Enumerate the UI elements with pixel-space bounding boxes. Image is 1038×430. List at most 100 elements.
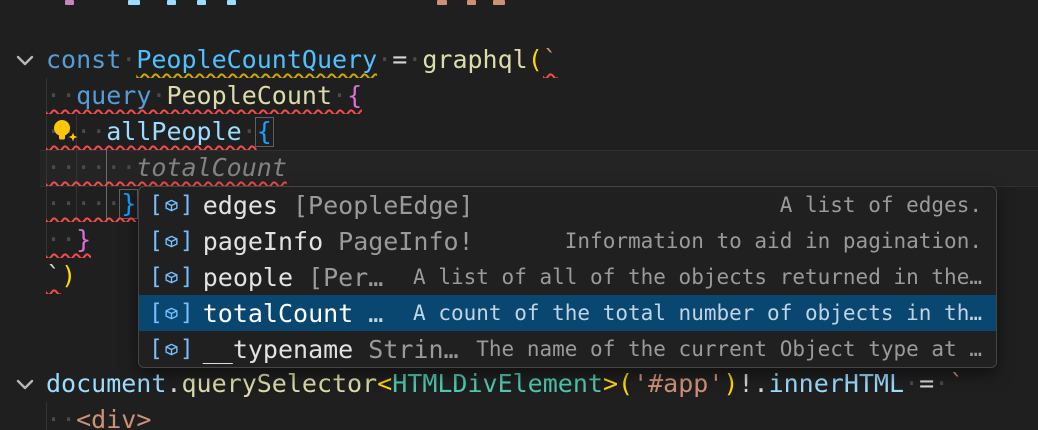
code-token: = bbox=[392, 45, 407, 74]
suggest-item-doc: A count of the total number of objects i… bbox=[413, 301, 982, 325]
line-ghost-totalcount[interactable]: ······totalCount bbox=[46, 150, 287, 186]
suggest-widget: [] edges [PeopleEdge] A list of edges. []pag… bbox=[138, 186, 997, 368]
whitespace-dot: · bbox=[106, 153, 121, 182]
fold-chevron-icon[interactable] bbox=[14, 374, 36, 396]
clipped-line-fragment bbox=[167, 0, 176, 5]
clipped-line-fragment bbox=[467, 0, 476, 5]
whitespace-dot: · bbox=[46, 153, 61, 182]
whitespace-dot: · bbox=[61, 405, 76, 430]
code-token: . bbox=[754, 369, 769, 398]
whitespace-dot: · bbox=[934, 369, 949, 398]
suggest-item-detail: [Per… bbox=[308, 263, 383, 292]
clipped-line-fragment bbox=[227, 0, 236, 5]
symbol-field-icon: [] bbox=[149, 259, 194, 295]
whitespace-dot: · bbox=[407, 45, 422, 74]
whitespace-dot: · bbox=[91, 153, 106, 182]
whitespace-dot: · bbox=[121, 153, 136, 182]
suggest-item-edges[interactable]: []edges[PeopleEdge]A list of edges. bbox=[139, 187, 996, 223]
code-token: <div> bbox=[76, 405, 151, 430]
whitespace-dot: · bbox=[46, 225, 61, 254]
code-token: ) bbox=[723, 369, 738, 398]
suggest-item-label: totalCount bbox=[203, 299, 354, 328]
whitespace-dot: · bbox=[46, 405, 61, 430]
whitespace-dot: · bbox=[61, 225, 76, 254]
line-template-end[interactable]: `) bbox=[46, 258, 76, 294]
clipped-line-fragment bbox=[197, 0, 206, 5]
code-token: innerHTML bbox=[769, 369, 904, 398]
whitespace-dot: · bbox=[76, 189, 91, 218]
suggest-item-doc: Information to aid in pagination. bbox=[565, 229, 982, 253]
suggest-item-detail: [PeopleEdge] bbox=[293, 191, 474, 220]
code-token: . bbox=[166, 369, 181, 398]
code-token: ` bbox=[543, 45, 558, 74]
suggest-item-doc: The name of the current Object type at … bbox=[476, 337, 982, 361]
line-queryselector[interactable]: document.querySelector<HTMLDivElement>('… bbox=[46, 366, 964, 402]
code-token: PeopleCount bbox=[166, 81, 332, 110]
code-token: { bbox=[257, 117, 272, 146]
code-token: PeopleCountQuery bbox=[136, 45, 377, 74]
code-token: = bbox=[919, 369, 934, 398]
code-token: ` bbox=[46, 261, 61, 290]
whitespace-dot: · bbox=[242, 117, 257, 146]
whitespace-dot: · bbox=[332, 81, 347, 110]
whitespace-dot: · bbox=[904, 369, 919, 398]
suggest-item-detail: … bbox=[368, 299, 383, 328]
code-token: '#app' bbox=[633, 369, 723, 398]
inline-suggestion-ghost-text: totalCount bbox=[136, 153, 287, 182]
suggest-item-totalCount[interactable]: [] totalCount … A count of the total number… bbox=[139, 295, 996, 331]
code-token: HTMLDivElement bbox=[392, 369, 603, 398]
whitespace-dot: · bbox=[91, 117, 106, 146]
whitespace-dot: · bbox=[61, 189, 76, 218]
whitespace-dot: · bbox=[61, 153, 76, 182]
code-token: < bbox=[377, 369, 392, 398]
whitespace-dot: · bbox=[46, 189, 61, 218]
code-token: ( bbox=[618, 369, 633, 398]
code-token: ( bbox=[528, 45, 543, 74]
code-editor[interactable]: const·PeopleCountQuery·=·graphql(`··quer… bbox=[0, 0, 1038, 430]
code-token: > bbox=[603, 369, 618, 398]
code-token: const bbox=[46, 45, 121, 74]
line-query[interactable]: ··query·PeopleCount·{ bbox=[46, 78, 362, 114]
line-close-inner[interactable]: ·····} bbox=[46, 186, 136, 222]
whitespace-dot: · bbox=[106, 189, 121, 218]
suggest-item-label: __typename bbox=[203, 335, 354, 364]
code-token: document bbox=[46, 369, 166, 398]
code-token: graphql bbox=[422, 45, 527, 74]
code-token: ! bbox=[738, 369, 753, 398]
symbol-field-icon: [] bbox=[149, 331, 194, 367]
suggest-item-label: people bbox=[203, 263, 293, 292]
clipped-line-fragment bbox=[493, 0, 505, 5]
whitespace-dot: · bbox=[46, 81, 61, 110]
suggest-item-__typename[interactable]: [] __typename Strin… The name of the curren… bbox=[139, 331, 996, 367]
whitespace-dot: · bbox=[121, 45, 136, 74]
fold-chevron-icon[interactable] bbox=[14, 50, 36, 72]
code-token: ) bbox=[61, 261, 76, 290]
code-token: ` bbox=[949, 369, 964, 398]
whitespace-dot: · bbox=[151, 81, 166, 110]
code-token: allPeople bbox=[106, 117, 241, 146]
clipped-line-fragment bbox=[65, 0, 74, 5]
line-div[interactable]: ··<div> bbox=[46, 402, 151, 430]
clipped-line-fragment bbox=[437, 0, 447, 5]
line-close-outer[interactable]: ··} bbox=[46, 222, 91, 258]
line-const[interactable]: const·PeopleCountQuery·=·graphql(` bbox=[46, 42, 558, 78]
suggest-item-doc: A list of edges. bbox=[780, 193, 982, 217]
whitespace-dot: · bbox=[91, 189, 106, 218]
symbol-field-icon: [] bbox=[149, 295, 194, 331]
code-token: { bbox=[347, 81, 362, 110]
clipped-line-fragment bbox=[128, 0, 140, 5]
code-token: } bbox=[76, 225, 91, 254]
suggest-item-detail: Strin… bbox=[368, 335, 458, 364]
whitespace-dot: · bbox=[61, 81, 76, 110]
whitespace-dot: · bbox=[377, 45, 392, 74]
suggest-item-people[interactable]: [] people [Per… A list of all of the object… bbox=[139, 259, 996, 295]
suggest-item-pageInfo[interactable]: []pageInfoPageInfo!Information to aid in… bbox=[139, 223, 996, 259]
code-token: } bbox=[121, 189, 136, 218]
suggest-item-detail: PageInfo! bbox=[338, 227, 473, 256]
code-token: query bbox=[76, 81, 151, 110]
code-token: querySelector bbox=[181, 369, 377, 398]
suggest-item-label: edges bbox=[203, 191, 278, 220]
symbol-field-icon: [] bbox=[149, 223, 194, 259]
lightbulb-sparkle-icon[interactable] bbox=[50, 116, 82, 148]
suggest-item-doc: A list of all of the objects returned in… bbox=[413, 265, 982, 289]
